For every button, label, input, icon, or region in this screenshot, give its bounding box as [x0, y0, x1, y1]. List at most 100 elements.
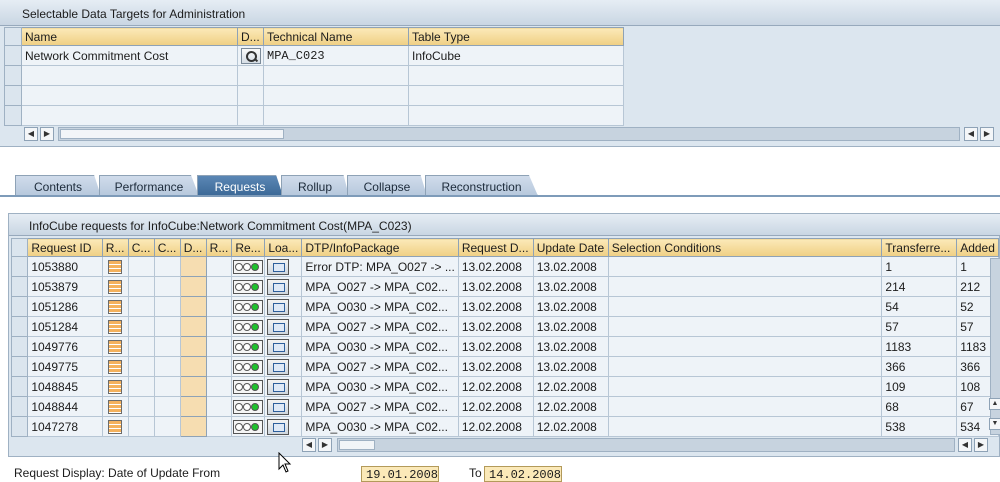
status-grid-icon[interactable]	[108, 379, 123, 394]
scroll-left-icon[interactable]: ◀	[958, 438, 972, 452]
table-row[interactable]	[4, 85, 624, 106]
row-selector[interactable]	[10, 376, 29, 397]
status-grid-icon[interactable]	[108, 279, 123, 294]
row-selector[interactable]	[4, 45, 22, 66]
status-grid-icon[interactable]	[108, 319, 123, 334]
column-header-r[interactable]: R...	[101, 238, 129, 257]
date-to-field[interactable]: 14.02.2008	[484, 466, 562, 482]
column-header-request-date[interactable]: Request D...	[457, 238, 534, 257]
column-header-re[interactable]: Re...	[231, 238, 266, 257]
tab-requests[interactable]: Requests	[197, 175, 283, 196]
traffic-light-icon[interactable]	[233, 399, 264, 414]
table-row[interactable]	[4, 65, 624, 86]
column-header-d[interactable]: D...	[237, 27, 264, 46]
scroll-thumb[interactable]	[60, 129, 284, 139]
data-targets-panel: Selectable Data Targets for Administrati…	[0, 0, 1000, 147]
table-row[interactable]	[4, 105, 624, 126]
traffic-light-icon[interactable]	[233, 379, 264, 394]
column-header-c1[interactable]: C...	[127, 238, 155, 257]
status-grid-icon[interactable]	[108, 399, 123, 414]
table-row[interactable]: 1053879 MPA_O027 -> MPA_C02... 13.02.2008 1…	[10, 276, 999, 297]
traffic-light-icon[interactable]	[233, 279, 264, 294]
row-selector[interactable]	[10, 336, 29, 357]
column-header-request-id[interactable]: Request ID	[27, 238, 103, 257]
monitor-icon[interactable]	[267, 298, 290, 315]
column-header-c2[interactable]: C...	[153, 238, 181, 257]
status-grid-icon[interactable]	[108, 359, 123, 374]
column-header-transferred[interactable]: Transferre...	[881, 238, 958, 257]
update-date: 13.02.2008	[532, 356, 609, 377]
row-selector[interactable]	[10, 396, 29, 417]
date-from-field[interactable]: 19.01.2008	[361, 466, 439, 482]
column-header-added[interactable]: Added	[956, 238, 999, 257]
column-header-r2[interactable]: R...	[205, 238, 233, 257]
traffic-light-icon[interactable]	[233, 299, 264, 314]
row-selector[interactable]	[10, 276, 29, 297]
monitor-icon[interactable]	[267, 318, 290, 335]
tab-performance[interactable]: Performance	[99, 175, 199, 196]
column-header-name[interactable]: Name	[21, 27, 238, 46]
scroll-right-icon[interactable]: ▶	[974, 438, 988, 452]
monitor-icon[interactable]	[267, 378, 290, 395]
column-header-table-type[interactable]: Table Type	[408, 27, 624, 46]
traffic-light-icon[interactable]	[233, 339, 264, 354]
monitor-icon[interactable]	[267, 418, 290, 435]
tab-contents[interactable]: Contents	[15, 175, 101, 196]
targets-horizontal-scrollbar[interactable]	[58, 127, 960, 141]
row-selector[interactable]	[10, 356, 29, 377]
scroll-right-icon[interactable]: ▶	[318, 438, 332, 452]
request-id: 1049775	[27, 356, 103, 377]
row-selector[interactable]	[10, 296, 29, 317]
selection-conditions	[607, 276, 883, 297]
scroll-left-icon[interactable]: ◀	[302, 438, 316, 452]
monitor-icon[interactable]	[267, 338, 290, 355]
status-grid-icon[interactable]	[108, 419, 123, 434]
magnifier-icon[interactable]	[240, 47, 261, 64]
requests-horizontal-scrollbar[interactable]	[337, 438, 955, 452]
row-selector[interactable]	[10, 316, 29, 337]
table-row[interactable]: 1053880 Error DTP: MPA_O027 -> ... 13.02.2…	[10, 256, 999, 277]
monitor-icon[interactable]	[267, 278, 290, 295]
row-selector-header[interactable]	[4, 27, 22, 46]
traffic-light-icon[interactable]	[233, 419, 264, 434]
row-selector[interactable]	[10, 256, 29, 277]
status-grid-icon[interactable]	[108, 259, 123, 274]
table-row[interactable]: 1048845 MPA_O030 -> MPA_C02... 12.02.2008 1…	[10, 376, 999, 397]
table-row[interactable]: 1047278 MPA_O030 -> MPA_C02... 12.02.2008 1…	[10, 416, 999, 437]
table-row[interactable]: 1048844 MPA_O027 -> MPA_C02... 12.02.2008 1…	[10, 396, 999, 417]
monitor-icon[interactable]	[267, 358, 290, 375]
monitor-icon[interactable]	[267, 398, 290, 415]
request-date: 12.02.2008	[457, 396, 534, 417]
scroll-thumb[interactable]	[339, 440, 375, 450]
column-header-technical-name[interactable]: Technical Name	[263, 27, 409, 46]
monitor-icon[interactable]	[267, 258, 290, 275]
column-header-selection-conditions[interactable]: Selection Conditions	[607, 238, 883, 257]
scroll-down-icon[interactable]: ▼	[989, 418, 1000, 430]
scroll-right-icon[interactable]: ▶	[40, 127, 54, 141]
table-row[interactable]: 1051284 MPA_O027 -> MPA_C02... 13.02.2008 1…	[10, 316, 999, 337]
row-selector-header[interactable]	[10, 238, 29, 257]
traffic-light-icon[interactable]	[233, 359, 264, 374]
table-row[interactable]: 1049776 MPA_O030 -> MPA_C02... 13.02.2008 1…	[10, 336, 999, 357]
table-row[interactable]: Network Commitment Cost MPA_C023 InfoCub…	[4, 45, 624, 66]
scroll-left-icon[interactable]: ◀	[964, 127, 978, 141]
request-id: 1051284	[27, 316, 103, 337]
column-header-d[interactable]: D...	[179, 238, 207, 257]
tab-collapse[interactable]: Collapse	[347, 175, 427, 196]
traffic-light-icon[interactable]	[233, 259, 264, 274]
scroll-up-icon[interactable]: ▲	[989, 398, 1000, 410]
status-grid-icon[interactable]	[108, 299, 123, 314]
scroll-left-icon[interactable]: ◀	[24, 127, 38, 141]
tab-rollup[interactable]: Rollup	[281, 175, 349, 196]
table-row[interactable]: 1049775 MPA_O027 -> MPA_C02... 13.02.2008 1…	[10, 356, 999, 377]
requests-title: InfoCube requests for InfoCube:Network C…	[9, 214, 1000, 236]
status-grid-icon[interactable]	[108, 339, 123, 354]
table-row[interactable]: 1051286 MPA_O030 -> MPA_C02... 13.02.2008 1…	[10, 296, 999, 317]
column-header-dtp[interactable]: DTP/InfoPackage	[301, 238, 459, 257]
column-header-load[interactable]: Loa...	[264, 238, 303, 257]
traffic-light-icon[interactable]	[233, 319, 264, 334]
row-selector[interactable]	[10, 416, 29, 437]
scroll-right-icon[interactable]: ▶	[980, 127, 994, 141]
column-header-update-date[interactable]: Update Date	[532, 238, 609, 257]
tab-reconstruction[interactable]: Reconstruction	[425, 175, 538, 196]
